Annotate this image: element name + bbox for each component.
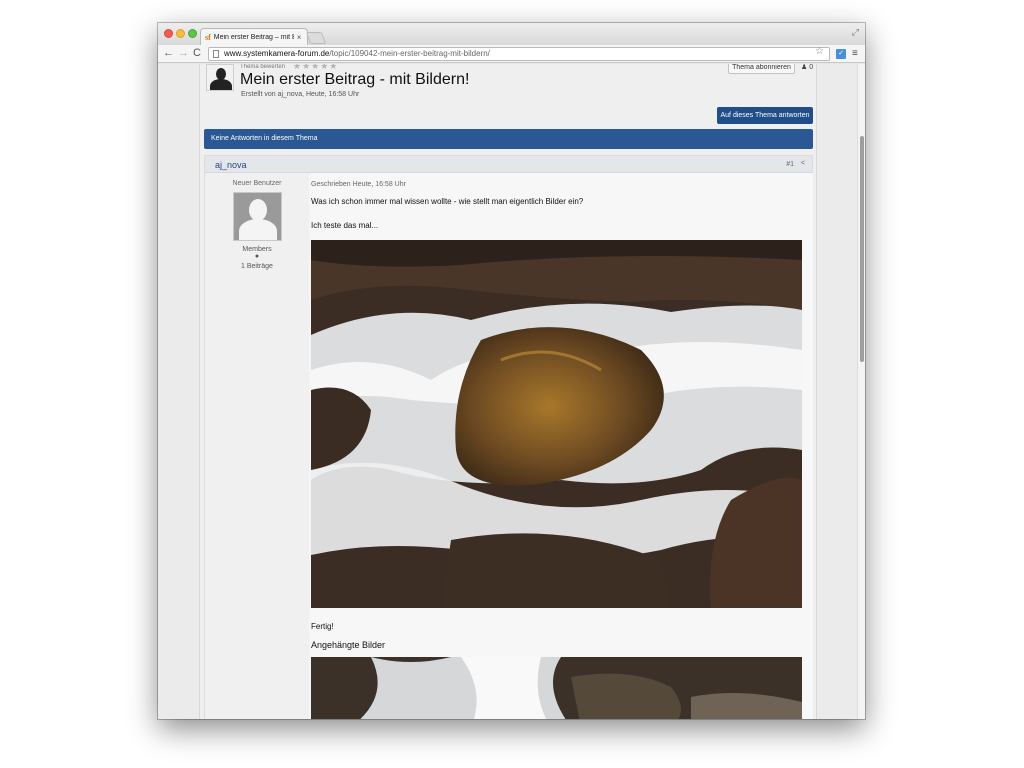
post-text-question: Was ich schon immer mal wissen wollte - … [311,197,584,206]
attached-photo[interactable] [311,657,802,719]
fullscreen-icon[interactable]: ⤢ [852,27,859,38]
page-viewport: Thema bewerten ★★★★★ Mein erster Beitrag… [158,64,865,719]
topic-starter-avatar[interactable] [206,64,234,91]
forum-page: Thema bewerten ★★★★★ Mein erster Beitrag… [199,64,817,719]
post-author-link[interactable]: aj_nova [215,160,247,170]
url-path: /topic/109042-mein-erster-beitrag-mit-bi… [329,49,490,58]
browser-tab[interactable]: sf Mein erster Beitrag – mit B × [200,28,308,45]
post: aj_nova #1 < Neuer Benutzer Members ● 1 … [204,155,813,719]
browser-window: sf Mein erster Beitrag – mit B × ⤢ ← → C… [158,23,865,719]
follower-count-value: 0 [809,64,814,71]
attachments-heading: Angehängte Bilder [311,640,386,650]
post-body: Geschrieben Heute, 16:58 Uhr Was ich sch… [311,173,813,719]
member-group: Members [242,246,272,253]
author-info: Neuer Benutzer Members ● 1 Beiträge [205,173,309,719]
tab-close-icon[interactable]: × [297,33,302,42]
url-host: www.systemkamera-forum.de [224,49,330,58]
extension-icon[interactable]: ✓ [836,49,846,59]
minimize-window-button[interactable] [176,29,185,38]
vertical-scrollbar[interactable] [857,64,865,719]
topic-meta: Erstellt von aj_nova, Heute, 16:58 Uhr [241,91,360,98]
forward-icon[interactable]: → [178,47,189,59]
rate-topic-label: Thema bewerten [240,64,286,68]
page-icon [213,50,219,58]
close-window-button[interactable] [164,29,173,38]
follower-count: ♟ 0 [801,64,813,71]
address-bar[interactable]: www.systemkamera-forum.de/topic/109042-m… [208,47,830,61]
post-text-test: Ich teste das mal... [311,221,379,230]
member-title: Neuer Benutzer [232,180,282,187]
menu-icon[interactable]: ≡ [852,48,858,59]
browser-toolbar: ← → C www.systemkamera-forum.de/topic/10… [158,45,865,63]
reply-topic-button[interactable]: Auf dieses Thema antworten [717,107,813,124]
followers-icon: ♟ [801,64,808,71]
post-number-link[interactable]: #1 [786,161,794,168]
attached-photo-graphic [311,657,802,719]
tab-title: Mein erster Beitrag – mit B [213,33,294,41]
zoom-window-button[interactable] [188,29,197,38]
reload-icon[interactable]: C [193,47,201,59]
waterfall-photo-graphic [311,240,802,608]
post-header: aj_nova #1 < [205,156,812,173]
topic-title: Mein erster Beitrag - mit Bildern! [240,71,470,88]
share-icon[interactable]: < [801,160,805,167]
follow-topic-button[interactable]: Thema abonnieren [728,64,795,74]
title-bar: sf Mein erster Beitrag – mit B × ⤢ [158,23,865,45]
separator-dot: ● [254,253,260,260]
back-icon[interactable]: ← [163,47,174,59]
no-replies-bar: Keine Antworten in diesem Thema [204,129,813,149]
post-text-done: Fertig! [311,622,334,631]
post-count: 1 Beiträge [241,263,273,270]
scrollbar-thumb[interactable] [860,136,864,362]
site-favicon-icon: sf [205,32,211,42]
post-date: Geschrieben Heute, 16:58 Uhr [311,181,406,188]
author-avatar[interactable] [233,192,282,241]
new-tab-button[interactable] [305,32,327,44]
waterfall-photo[interactable] [311,240,802,608]
bookmark-star-icon[interactable]: ☆ [815,46,824,57]
